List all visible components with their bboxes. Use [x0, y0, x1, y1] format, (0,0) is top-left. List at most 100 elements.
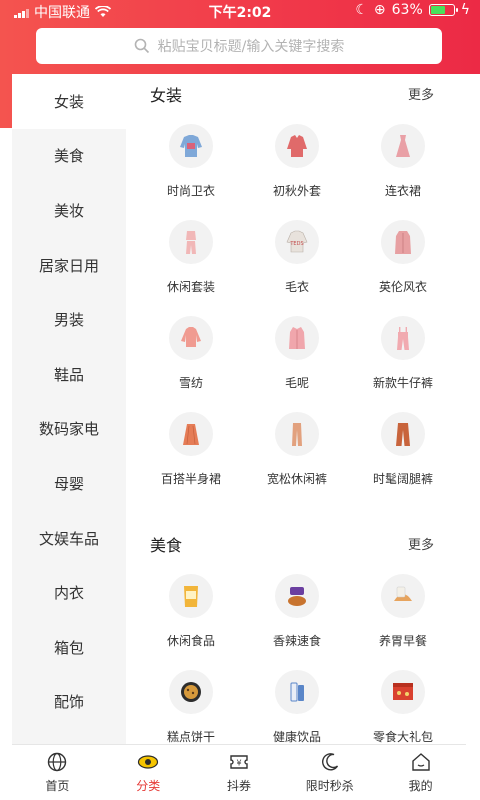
- wide-pants-icon: [396, 423, 410, 446]
- category-item[interactable]: 零食大礼包: [350, 656, 456, 744]
- charging-icon: ϟ: [460, 2, 470, 18]
- category-item[interactable]: 新款牛仔裤: [350, 302, 456, 398]
- product-thumbnail: [275, 124, 319, 168]
- category-item-label: 健康饮品: [272, 730, 321, 744]
- overalls-icon: [397, 327, 409, 350]
- tab-flash-sale[interactable]: 限时秒杀: [284, 745, 375, 800]
- sweater-icon: TEDS: [286, 230, 308, 253]
- category-item[interactable]: 初秋外套: [244, 110, 350, 206]
- category-item-label: 糕点饼干: [166, 730, 215, 744]
- globe-icon: [48, 752, 67, 772]
- category-item-label: 时尚卫衣: [166, 184, 215, 198]
- sidebar-item-home[interactable]: 居家日用: [12, 238, 126, 293]
- product-thumbnail: TEDS: [275, 220, 319, 264]
- trenchcoat-icon: [395, 231, 411, 254]
- set-icon: [186, 231, 196, 254]
- category-item-label: 新款牛仔裤: [372, 376, 433, 390]
- sidebar-item-men[interactable]: 男装: [12, 292, 126, 347]
- section-header-food: 美食 更多: [126, 524, 480, 560]
- category-item[interactable]: 宽松休闲裤: [244, 398, 350, 494]
- status-bar: 中国联通 下午2:02 ☾ ⊕ 63% ϟ: [0, 0, 480, 22]
- product-thumbnail: [169, 316, 213, 360]
- category-item-label: 雪纺: [178, 376, 203, 390]
- category-item[interactable]: 休闲食品: [138, 560, 244, 656]
- sweatshirt-icon: [180, 135, 202, 157]
- sidebar-item-bags[interactable]: 箱包: [12, 620, 126, 675]
- category-item-label: 毛呢: [284, 376, 309, 390]
- coupon-icon: ¥: [230, 755, 248, 769]
- category-item-label: 初秋外套: [272, 184, 321, 198]
- product-thumbnail: [169, 574, 213, 618]
- category-item[interactable]: 休闲套装: [138, 206, 244, 302]
- product-thumbnail: [381, 412, 425, 456]
- category-item-label: 毛衣: [284, 280, 309, 294]
- snack-bag-icon: [184, 586, 198, 607]
- sidebar-item-digital[interactable]: 数码家电: [12, 402, 126, 457]
- category-item[interactable]: 毛呢: [244, 302, 350, 398]
- tab-home[interactable]: 首页: [12, 745, 103, 800]
- dress-icon: [396, 135, 410, 157]
- category-item[interactable]: 时髦阔腿裤: [350, 398, 456, 494]
- product-grid-food: 休闲食品 香辣速食 养胃早餐糕点饼干 健康饮品 零食大礼包: [126, 560, 480, 744]
- category-item[interactable]: 连衣裙: [350, 110, 456, 206]
- category-item-label: 零食大礼包: [372, 730, 433, 744]
- spicy-food-icon: [288, 587, 306, 606]
- category-item[interactable]: 香辣速食: [244, 560, 350, 656]
- category-item[interactable]: 英伦风衣: [350, 206, 456, 302]
- sidebar-item-beauty[interactable]: 美妆: [12, 183, 126, 238]
- trousers-icon: [292, 423, 302, 446]
- category-item[interactable]: TEDS 毛衣: [244, 206, 350, 302]
- tab-coupon[interactable]: ¥ 抖券: [194, 745, 285, 800]
- battery-percent: 63%: [391, 2, 423, 18]
- moon-icon: ☾: [355, 2, 368, 18]
- section-title: 女装: [150, 86, 183, 105]
- product-thumbnail: [275, 412, 319, 456]
- category-item[interactable]: 糕点饼干: [138, 656, 244, 744]
- category-item-label: 英伦风衣: [378, 280, 427, 294]
- jacket-icon: [287, 135, 307, 157]
- product-thumbnail: [275, 574, 319, 618]
- category-item-label: 连衣裙: [384, 184, 421, 198]
- svg-text:¥: ¥: [236, 759, 241, 768]
- category-item[interactable]: 养胃早餐: [350, 560, 456, 656]
- tab-profile[interactable]: 我的: [375, 745, 466, 800]
- product-thumbnail: [381, 574, 425, 618]
- category-sidebar: 女装 美食 美妆 居家日用 男装 鞋品 数码家电 母婴 文娱车品 内衣 箱包 配…: [12, 74, 126, 744]
- sidebar-item-baby[interactable]: 母婴: [12, 456, 126, 511]
- sidebar-item-entertainment[interactable]: 文娱车品: [12, 511, 126, 566]
- category-item-label: 休闲食品: [166, 634, 215, 648]
- product-thumbnail: [381, 124, 425, 168]
- search-input[interactable]: 粘贴宝贝标题/输入关键字搜索: [36, 28, 442, 64]
- product-thumbnail: [275, 670, 319, 714]
- more-link[interactable]: 更多: [408, 534, 434, 553]
- product-thumbnail: [381, 670, 425, 714]
- category-content: 女装 更多 时尚卫衣 初秋外套 连衣裙休闲套装 TEDS 毛衣 英伦风衣雪纺 毛呢 新款牛仔裤…: [126, 74, 480, 744]
- section-header-women: 女装 更多: [126, 74, 480, 110]
- category-item[interactable]: 健康饮品: [244, 656, 350, 744]
- sidebar-item-food[interactable]: 美食: [12, 129, 126, 184]
- sidebar-item-underwear[interactable]: 内衣: [12, 565, 126, 620]
- product-thumbnail: [169, 670, 213, 714]
- lock-rotation-icon: ⊕: [373, 2, 386, 18]
- tab-label: 我的: [408, 779, 433, 793]
- section-title: 美食: [150, 536, 183, 555]
- product-thumbnail: [381, 316, 425, 360]
- more-link[interactable]: 更多: [408, 84, 434, 103]
- category-item-label: 养胃早餐: [378, 634, 427, 648]
- moon-icon: [321, 753, 338, 771]
- category-item[interactable]: 百搭半身裙: [138, 398, 244, 494]
- bottom-tab-bar: 首页 分类 ¥ 抖券 限时秒杀 我的: [12, 744, 466, 800]
- search-placeholder: 粘贴宝贝标题/输入关键字搜索: [157, 39, 345, 55]
- sidebar-item-shoes[interactable]: 鞋品: [12, 347, 126, 402]
- gift-box-icon: [393, 683, 413, 700]
- bread-icon: [394, 586, 412, 601]
- sidebar-item-women[interactable]: 女装: [12, 74, 126, 129]
- search-icon: [134, 38, 149, 54]
- tab-category[interactable]: 分类: [103, 745, 194, 800]
- category-item[interactable]: 时尚卫衣: [138, 110, 244, 206]
- drink-icon: [290, 682, 304, 702]
- category-item[interactable]: 雪纺: [138, 302, 244, 398]
- category-item-label: 香辣速食: [272, 634, 321, 648]
- chiffon-icon: [181, 327, 201, 347]
- sidebar-item-accessories[interactable]: 配饰: [12, 675, 126, 730]
